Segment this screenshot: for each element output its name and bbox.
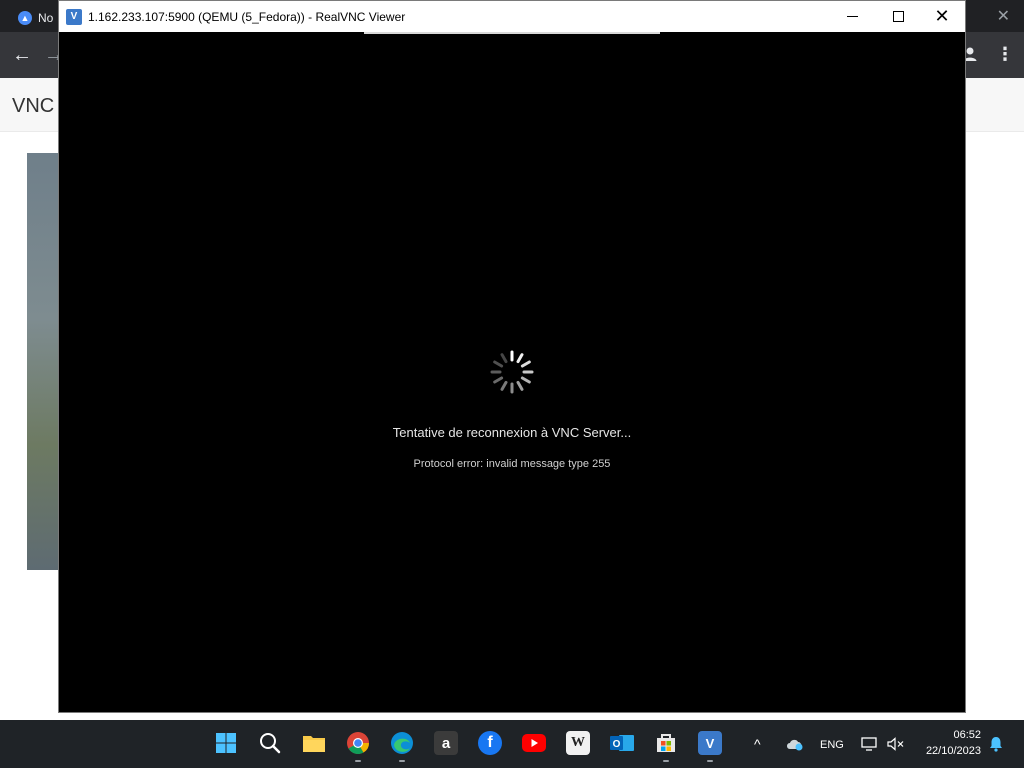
- loading-spinner-icon: [490, 350, 534, 394]
- minimize-button[interactable]: [829, 1, 875, 32]
- edge-icon[interactable]: [390, 731, 414, 755]
- realvnc-icon[interactable]: V: [698, 731, 722, 755]
- store-running-indicator: [663, 760, 669, 762]
- maximize-icon: [892, 11, 904, 22]
- volume-muted-icon[interactable]: [887, 737, 905, 754]
- notification-bell-icon[interactable]: [988, 736, 1004, 755]
- realvnc-running-indicator: [707, 760, 713, 762]
- browser-tab-label: No: [38, 11, 54, 25]
- amazon-icon[interactable]: a: [434, 731, 458, 755]
- maximize-button[interactable]: [875, 1, 921, 32]
- display-icon[interactable]: [861, 737, 877, 754]
- store-icon[interactable]: [654, 731, 678, 755]
- chrome-running-indicator: [355, 760, 361, 762]
- start-icon[interactable]: [214, 731, 238, 755]
- back-arrow-icon[interactable]: ←: [12, 44, 32, 67]
- clock-time[interactable]: 06:52: [921, 729, 981, 741]
- browser-menu-icon[interactable]: ⋮: [996, 44, 1014, 65]
- browser-tab[interactable]: ▲ No: [8, 4, 58, 32]
- tray-chevron-up-icon[interactable]: ^: [754, 736, 761, 752]
- page-heading: VNC: [12, 95, 55, 117]
- vnc-viewer-window: V 1.162.233.107:5900 (QEMU (5_Fedora)) -…: [58, 0, 966, 713]
- facebook-icon[interactable]: f: [478, 731, 502, 755]
- wikipedia-icon[interactable]: W: [566, 731, 590, 755]
- vnc-toolbar-handle[interactable]: [364, 32, 660, 34]
- page-image: [27, 153, 59, 570]
- close-button[interactable]: ✕: [919, 1, 965, 32]
- reconnect-status-text: Tentative de reconnexion à VNC Server...: [392, 425, 632, 440]
- protocol-error-text: Protocol error: invalid message type 255: [413, 458, 611, 470]
- youtube-icon[interactable]: [522, 731, 546, 755]
- realvnc-app-icon[interactable]: V: [66, 8, 82, 25]
- outlook-icon[interactable]: O: [610, 731, 634, 755]
- search-icon[interactable]: [258, 731, 282, 755]
- chrome-icon[interactable]: [346, 731, 370, 755]
- svg-text:O: O: [613, 739, 621, 750]
- window-title: 1.162.233.107:5900 (QEMU (5_Fedora)) - R…: [88, 9, 406, 24]
- vnc-titlebar[interactable]: V 1.162.233.107:5900 (QEMU (5_Fedora)) -…: [59, 1, 965, 32]
- language-indicator[interactable]: ENG: [820, 739, 844, 751]
- minimize-icon: [846, 16, 858, 17]
- clock-date[interactable]: 22/10/2023: [914, 745, 981, 757]
- browser-close-icon[interactable]: ✕: [997, 6, 1010, 26]
- file-explorer-icon[interactable]: [302, 731, 326, 755]
- close-icon: ✕: [934, 6, 950, 26]
- edge-running-indicator: [399, 760, 405, 762]
- tab-favicon-icon: ▲: [18, 11, 32, 25]
- onedrive-icon[interactable]: [786, 737, 804, 754]
